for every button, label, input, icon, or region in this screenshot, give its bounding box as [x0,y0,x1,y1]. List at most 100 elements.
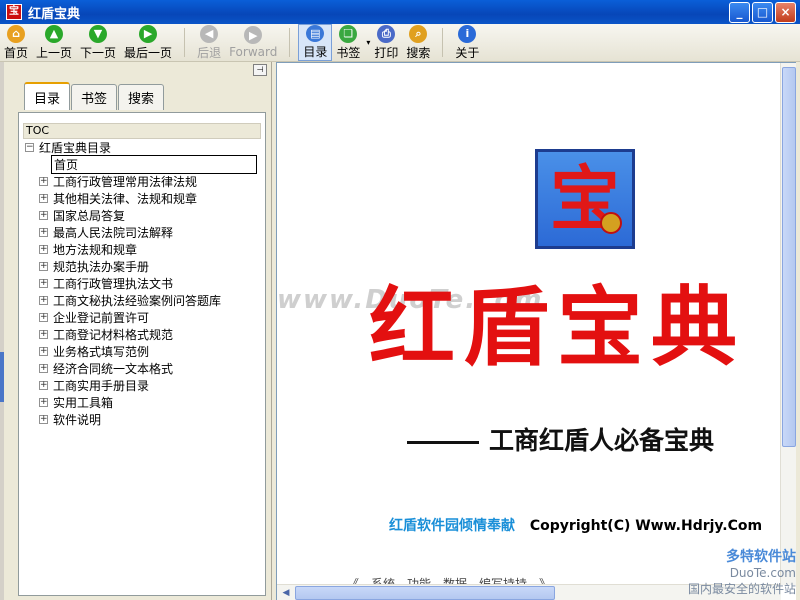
slogan-dash [407,440,479,444]
window-title: 红盾宝典 [28,6,81,22]
corner-watermark-site: DuoTe.com [729,566,796,580]
toolbar-separator [289,28,291,57]
collapse-icon[interactable]: − [25,143,34,152]
toolbar-button-label: 打印 [374,45,399,60]
toolbar-separator [442,28,444,57]
toolbar-button-label: 下一页 [80,45,117,60]
close-button[interactable]: × [775,1,796,23]
tree-item-label: 其他相关法律、法规和规章 [53,192,198,206]
content-pane: 宝 www.DuoTe.com 红盾宝典 工商红盾人必备宝典 红盾软件园倾情奉献… [276,62,796,600]
tree-item-label: 地方法规和规章 [53,243,138,257]
tab-body: TOC − 红盾宝典目录 首页 + 工商行政管理常用法律法规 + 其他相关法律、法规和… [18,112,266,596]
toolbar-up-arrow-button[interactable]: ▲ 上一页 [32,24,76,61]
search-icon: ⌕ [409,24,428,43]
tree-root[interactable]: − 红盾宝典目录 [23,139,261,156]
corner-watermark-tagline: 国内最安全的软件站 [687,582,796,596]
expand-icon[interactable]: + [39,262,48,271]
print-icon: ⎙ [377,24,396,43]
vertical-scrollbar[interactable] [780,63,796,585]
tree-item[interactable]: + 最高人民法院司法解释 [23,224,261,241]
toolbar-toc-button[interactable]: ▤ 目录 [298,24,333,61]
toolbar-info-button[interactable]: i 关于 [451,24,483,61]
vertical-scroll-thumb[interactable] [782,67,796,447]
tab-search[interactable]: 搜索 [118,84,165,110]
expand-icon[interactable]: + [39,279,48,288]
tree-item-label: 首页 [51,155,257,174]
toolbar-separator [184,28,186,57]
expand-icon[interactable]: + [39,211,48,220]
tree-item-label: 国家总局答复 [53,209,126,223]
toolbar-search-button[interactable]: ⌕ 搜索 [402,24,434,61]
tree-item-label: 工商行政管理执法文书 [53,277,174,291]
scroll-left-icon[interactable]: ◀ [279,586,293,600]
tree-item[interactable]: + 地方法规和规章 [23,241,261,258]
toolbar-button-label: 搜索 [406,45,431,60]
expand-icon[interactable]: + [39,194,48,203]
title-bar: 宝 红盾宝典 _ □ × [0,0,800,24]
toc-header: TOC [23,123,261,139]
tree-item[interactable]: + 软件说明 [23,411,261,428]
minimize-button[interactable]: _ [729,1,750,23]
expand-icon[interactable]: + [39,296,48,305]
tree-item[interactable]: + 经济合同统一文本格式 [23,360,261,377]
tree-item[interactable]: + 业务格式填写范例 [23,343,261,360]
pin-icon[interactable]: ⊣ [253,64,267,76]
app-icon: 宝 [6,4,22,20]
pane-header: ⊣ [4,62,271,78]
home-icon: ⌂ [7,24,25,43]
tree-item[interactable]: + 工商文秘执法经验案例问答题库 [23,292,261,309]
toolbar-print-button[interactable]: ⎙ 打印 [370,24,402,61]
tree-item[interactable]: + 工商登记材料格式规范 [23,326,261,343]
tab-toc[interactable]: 目录 [24,82,71,110]
toc-icon: ▤ [306,25,325,42]
horizontal-scroll-thumb[interactable] [295,586,555,600]
tree-item-label: 业务格式填写范例 [53,345,150,359]
toolbar-last-page-button[interactable]: ▶ 最后一页 [120,24,176,61]
maximize-button[interactable]: □ [752,1,773,23]
tab-bookmarks[interactable]: 书签 [71,84,118,110]
expand-icon[interactable]: + [39,177,48,186]
expand-icon[interactable]: + [39,245,48,254]
tree-root-label: 红盾宝典目录 [39,141,112,155]
tree-item-label: 工商行政管理常用法律法规 [53,175,198,189]
expand-icon[interactable]: + [39,398,48,407]
tree-item-label: 工商实用手册目录 [53,379,150,393]
footer-brand[interactable]: 红盾软件园倾情奉献 [389,518,515,534]
toolbar-button-label: 后退 [197,45,222,60]
navigation-pane: ⊣ 目录 书签 搜索 TOC − 红盾宝典目录 首页 + 工商行政管理常用法律法规 + 其… [4,62,272,600]
toolbar-back-button[interactable]: ◀ 后退 [193,24,225,61]
tree-item[interactable]: + 其他相关法律、法规和规章 [23,190,261,207]
back-icon: ◀ [200,24,219,43]
toolbar-button-label: 上一页 [36,45,73,60]
tree-item[interactable]: + 实用工具箱 [23,394,261,411]
tree-item-label: 经济合同统一文本格式 [53,362,174,376]
expand-icon[interactable]: + [39,415,48,424]
toolbar: ⌂ 首页 ▲ 上一页 ▼ 下一页 ▶ 最后一页 ◀ 后退 ▶ Forward ▤ 目录 ❏ 书签 ▾ ⎙ 打印 ⌕ 搜索… [0,24,800,62]
toolbar-button-label: 关于 [455,45,480,60]
tree-item[interactable]: + 企业登记前置许可 [23,309,261,326]
toolbar-button-label: 目录 [303,45,328,59]
expand-icon[interactable]: + [39,364,48,373]
tree-item[interactable]: + 工商实用手册目录 [23,377,261,394]
tree-item[interactable]: + 国家总局答复 [23,207,261,224]
up-arrow-icon: ▲ [45,24,64,43]
expand-icon[interactable]: + [39,330,48,339]
tree-item-home[interactable]: 首页 [23,155,261,174]
expand-icon[interactable]: + [39,347,48,356]
tree-item[interactable]: + 规范执法办案手册 [23,258,261,275]
last-page-icon: ▶ [139,24,158,43]
toolbar-bookmark-button[interactable]: ❏ 书签 [332,24,364,61]
expand-icon[interactable]: + [39,313,48,322]
corner-watermark: 多特软件站 DuoTe.com 国内最安全的软件站 [656,546,796,596]
expand-icon[interactable]: + [39,228,48,237]
tree-item[interactable]: + 工商行政管理常用法律法规 [23,173,261,190]
expand-icon[interactable]: + [39,381,48,390]
forward-icon: ▶ [244,26,263,44]
toc-tree: TOC − 红盾宝典目录 首页 + 工商行政管理常用法律法规 + 其他相关法律、法规和… [23,123,261,428]
toolbar-down-arrow-button[interactable]: ▼ 下一页 [76,24,120,61]
toolbar-forward-button[interactable]: ▶ Forward [225,24,281,61]
toolbar-home-button[interactable]: ⌂ 首页 [0,24,32,61]
info-icon: i [458,24,477,43]
tree-item[interactable]: + 工商行政管理执法文书 [23,275,261,292]
tree-item-label: 软件说明 [53,413,102,427]
